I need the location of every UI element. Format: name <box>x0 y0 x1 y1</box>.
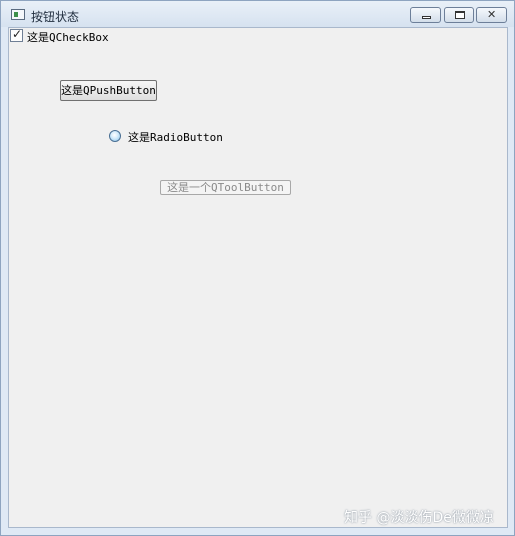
maximize-button[interactable] <box>444 7 474 23</box>
window-title: 按钮状态 <box>31 10 80 24</box>
qtoolbutton-disabled[interactable]: 这是一个QToolButton <box>160 180 291 195</box>
close-button[interactable]: ✕ <box>476 7 507 23</box>
qpushbutton[interactable]: 这是QPushButton <box>60 80 157 101</box>
checkmark-icon: ✓ <box>12 27 23 41</box>
app-window: 按钮状态 ✕ ✓ 这是QCheckBox 这是QPushButton 这是Rad… <box>0 0 515 536</box>
client-area: ✓ 这是QCheckBox 这是QPushButton 这是RadioButto… <box>8 27 508 528</box>
close-icon: ✕ <box>487 8 497 21</box>
qcheckbox-box[interactable]: ✓ <box>10 27 23 42</box>
minimize-button[interactable] <box>410 7 441 23</box>
app-icon[interactable] <box>11 9 25 20</box>
radio-button-label[interactable]: 这是RadioButton <box>128 129 223 145</box>
maximize-icon <box>455 11 465 19</box>
qcheckbox-label[interactable]: 这是QCheckBox <box>27 29 109 45</box>
title-bar[interactable]: 按钮状态 ✕ <box>1 1 514 27</box>
watermark-text: 知乎 @淡淡伤De微微凉 <box>344 510 494 526</box>
radio-button-indicator[interactable] <box>109 130 121 142</box>
minimize-icon <box>422 16 431 19</box>
